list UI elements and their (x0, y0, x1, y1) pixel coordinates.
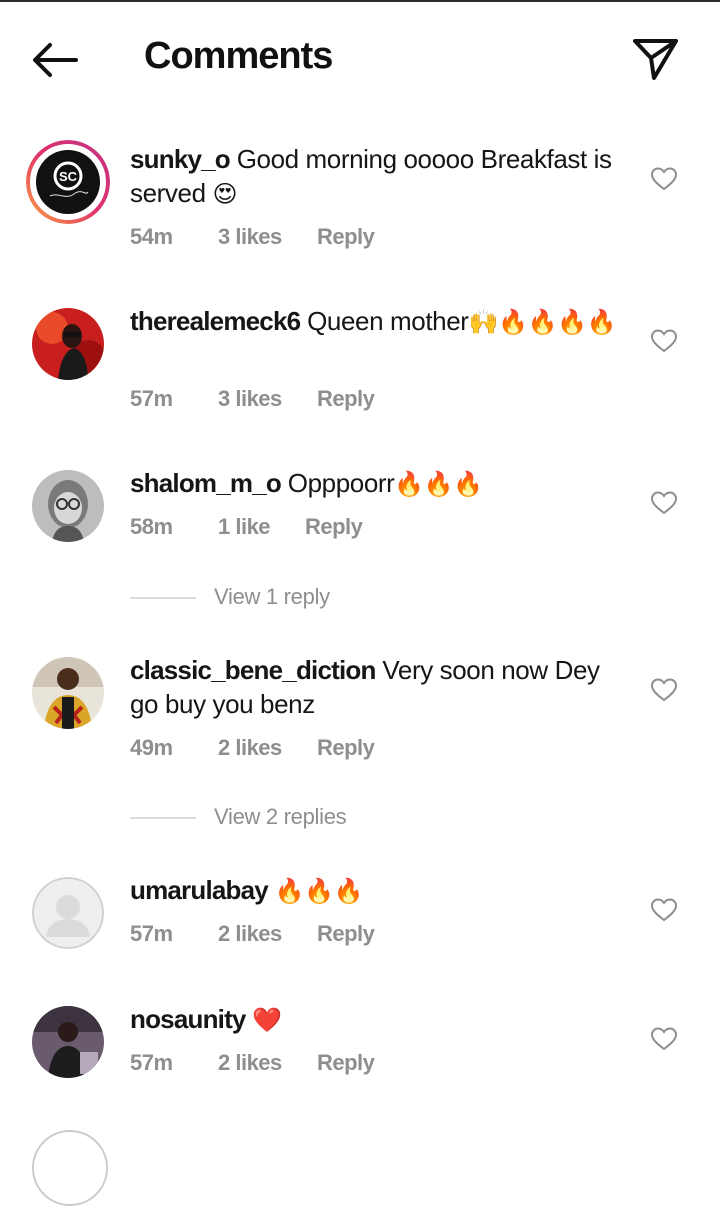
comment-likes[interactable]: 3 likes (218, 386, 317, 412)
heart-icon[interactable] (650, 490, 678, 516)
comment-time: 54m (130, 224, 173, 249)
view-replies-button[interactable]: View 2 replies (130, 804, 347, 830)
avatar[interactable]: SC (26, 140, 110, 224)
svg-text:SC: SC (59, 169, 78, 184)
next-comment-avatar-partial (32, 1130, 108, 1206)
comment-text: nosaunity ❤️ (130, 1002, 630, 1038)
avatar[interactable] (32, 877, 104, 949)
replies-divider (130, 597, 196, 600)
comment-time: 57m (130, 921, 173, 946)
default-avatar-icon (32, 877, 104, 949)
comment-time: 57m (130, 386, 173, 411)
comment-emoji: 🔥🔥🔥 (274, 878, 364, 905)
heart-icon[interactable] (650, 677, 678, 703)
comment-meta: 54m 3 likes Reply (130, 224, 375, 250)
reply-button[interactable]: Reply (317, 735, 375, 761)
avatar[interactable] (32, 1006, 104, 1078)
comment-username[interactable]: nosaunity (130, 1004, 246, 1034)
comment-meta: 57m 3 likes Reply (130, 386, 375, 412)
comment-text: therealemeck6 Queen mother🙌🔥🔥🔥🔥 (130, 304, 630, 340)
reply-button[interactable]: Reply (317, 1050, 375, 1076)
comment-username[interactable]: shalom_m_o (130, 468, 282, 498)
comment-meta: 57m 2 likes Reply (130, 1050, 375, 1076)
view-replies-label: View 2 replies (214, 804, 347, 829)
avatar[interactable] (32, 470, 104, 542)
share-button[interactable] (628, 34, 684, 86)
comment-username[interactable]: therealemeck6 (130, 306, 301, 336)
view-replies-button[interactable]: View 1 reply (130, 584, 330, 610)
arrow-left-icon (33, 43, 78, 77)
comment-message: Opppoorr (287, 468, 395, 498)
heart-icon[interactable] (650, 328, 678, 354)
comment-likes[interactable]: 1 like (218, 514, 305, 540)
comment-username[interactable]: sunky_o (130, 144, 231, 174)
comment-emoji: 🙌🔥🔥🔥🔥 (468, 309, 617, 336)
comment-likes[interactable]: 2 likes (218, 921, 317, 947)
reply-button[interactable]: Reply (305, 514, 363, 540)
reply-button[interactable]: Reply (317, 386, 375, 412)
comment-username[interactable]: umarulabay (130, 875, 269, 905)
comment-message: Queen mother (307, 306, 469, 336)
comment-text: sunky_o Good morning ooooo Breakfast is … (130, 142, 630, 212)
heart-icon[interactable] (650, 166, 678, 192)
comment-username[interactable]: classic_bene_diction (130, 655, 376, 685)
comment-meta: 49m 2 likes Reply (130, 735, 375, 761)
comment-time: 57m (130, 1050, 173, 1075)
header-bar: Comments (0, 2, 720, 112)
comment-emoji: 😍 (212, 181, 238, 208)
heart-icon[interactable] (650, 897, 678, 923)
heart-icon[interactable] (650, 1026, 678, 1052)
comment-meta: 57m 2 likes Reply (130, 921, 375, 947)
comment-emoji: 🔥🔥🔥 (394, 471, 483, 498)
back-button[interactable] (28, 36, 84, 84)
avatar[interactable] (32, 657, 104, 729)
comment-likes[interactable]: 2 likes (218, 735, 317, 761)
comment-meta: 58m 1 like Reply (130, 514, 363, 540)
comment-time: 58m (130, 514, 173, 539)
comment-likes[interactable]: 2 likes (218, 1050, 317, 1076)
avatar[interactable] (32, 308, 104, 380)
reply-button[interactable]: Reply (317, 921, 375, 947)
comment-text: classic_bene_diction Very soon now Dey g… (130, 653, 630, 721)
comment-likes[interactable]: 3 likes (218, 224, 317, 250)
reply-button[interactable]: Reply (317, 224, 375, 250)
replies-divider (130, 817, 196, 820)
comment-text: umarulabay 🔥🔥🔥 (130, 873, 630, 909)
comment-text: shalom_m_o Opppoorr🔥🔥🔥 (130, 466, 630, 502)
view-replies-label: View 1 reply (214, 584, 330, 609)
paper-plane-icon (633, 39, 678, 80)
page-title: Comments (144, 35, 333, 77)
comment-time: 49m (130, 735, 173, 760)
comment-emoji: ❤️ (252, 1007, 282, 1034)
